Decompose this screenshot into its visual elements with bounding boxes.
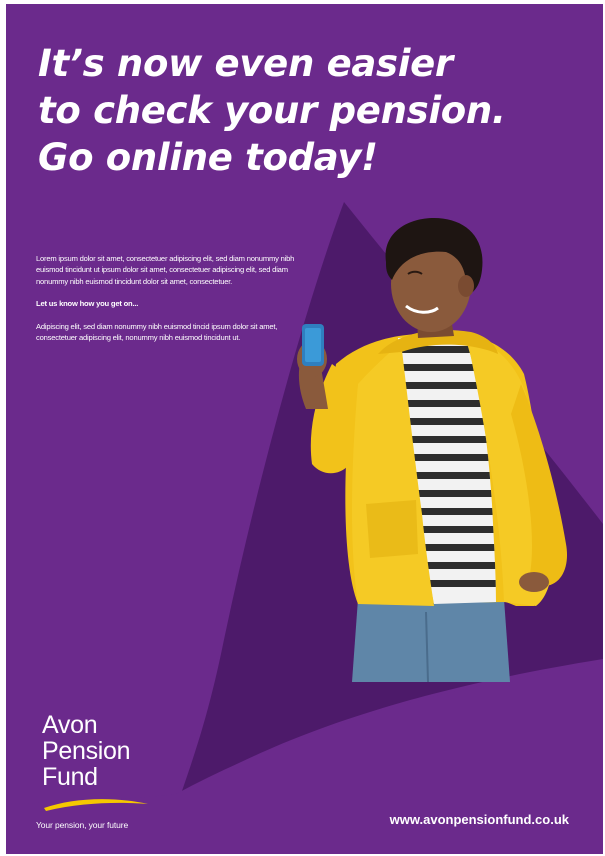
headline-line-3: Go online today! bbox=[38, 136, 378, 179]
logo-text-avon: Avon bbox=[42, 711, 98, 739]
pension-poster: It’s now even easier to check your pensi… bbox=[6, 4, 603, 854]
logo-swoosh-icon bbox=[44, 799, 148, 811]
logo-text-fund: Fund bbox=[42, 763, 98, 791]
body-copy: Lorem ipsum dolor sit amet, consectetuer… bbox=[36, 253, 296, 354]
headline-line-2: to check your pension. bbox=[38, 89, 506, 132]
person-with-phone-illustration bbox=[297, 218, 568, 683]
body-cta: Let us know how you get on... bbox=[36, 299, 139, 309]
logo-text-pension: Pension bbox=[42, 737, 131, 765]
headline: It’s now even easier to check your pensi… bbox=[38, 40, 578, 181]
headline-line-1: It’s now even easier bbox=[38, 42, 453, 85]
body-paragraph-2: Adipiscing elit, sed diam nonummy nibh e… bbox=[36, 321, 278, 343]
website-url[interactable]: www.avonpensionfund.co.uk bbox=[390, 812, 569, 827]
avon-pension-fund-logo: Avon Pension Fund bbox=[42, 712, 152, 812]
tagline: Your pension, your future bbox=[36, 820, 129, 830]
body-paragraph-1: Lorem ipsum dolor sit amet, consectetuer… bbox=[36, 254, 295, 286]
